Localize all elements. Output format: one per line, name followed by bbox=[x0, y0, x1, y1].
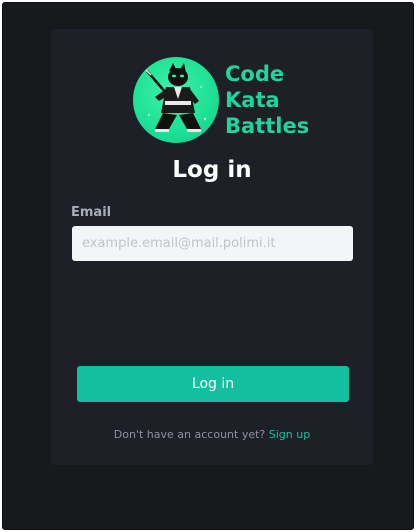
signup-prompt-row: Don't have an account yet? Sign up bbox=[51, 428, 373, 441]
brand-line-code: Code bbox=[225, 62, 285, 86]
email-field[interactable] bbox=[72, 226, 353, 261]
ninja-cat-logo-icon bbox=[133, 57, 219, 143]
brand-name: Code Kata Battles bbox=[225, 61, 309, 139]
signup-prompt-text: Don't have an account yet? bbox=[113, 428, 269, 441]
app-window: Code Kata Battles Log in Email Log in Do… bbox=[2, 2, 414, 530]
login-card: Code Kata Battles Log in Email Log in Do… bbox=[51, 29, 373, 465]
login-button[interactable]: Log in bbox=[77, 366, 349, 402]
email-label: Email bbox=[71, 205, 112, 220]
brand-header: Code Kata Battles bbox=[133, 57, 309, 143]
page-title: Log in bbox=[172, 157, 252, 183]
brand-line-kata: Kata bbox=[225, 88, 280, 112]
signup-link[interactable]: Sign up bbox=[269, 428, 310, 441]
brand-line-battles: Battles bbox=[225, 114, 310, 138]
